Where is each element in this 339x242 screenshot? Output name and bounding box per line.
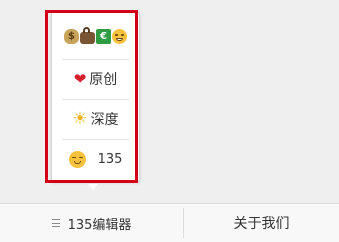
menu-item-depth[interactable]: ☀ 深度	[52, 99, 139, 139]
menu-lines-icon	[51, 219, 60, 227]
tab-label: 135编辑器	[67, 217, 132, 233]
tab-135-editor[interactable]: 135编辑器	[0, 204, 183, 242]
smiling-face-icon	[68, 150, 86, 168]
heart-icon: ❤	[73, 70, 87, 88]
popup-arrow	[88, 184, 98, 190]
menu-item-label: 135	[97, 151, 123, 167]
menu-item-original[interactable]: ❤ 原创	[52, 59, 139, 99]
euro-bill-icon	[96, 28, 111, 44]
menu-item-emoji[interactable]	[52, 13, 139, 59]
sun-icon: ☀	[72, 109, 88, 129]
tab-about-us[interactable]: 关于我们	[184, 204, 339, 242]
grinning-face-icon	[112, 28, 127, 44]
tab-label: 关于我们	[233, 216, 290, 232]
bottom-menu-bar: 135编辑器 关于我们	[0, 203, 339, 242]
menu-item-label: 深度	[90, 112, 119, 128]
emoji-row	[64, 26, 127, 44]
menu-item-135[interactable]: 135	[52, 139, 139, 179]
handbag-icon	[80, 26, 95, 44]
menu-item-label: 原创	[89, 72, 118, 88]
money-bag-icon	[64, 28, 79, 44]
popup-menu: ❤ 原创 ☀ 深度 135	[51, 12, 140, 182]
